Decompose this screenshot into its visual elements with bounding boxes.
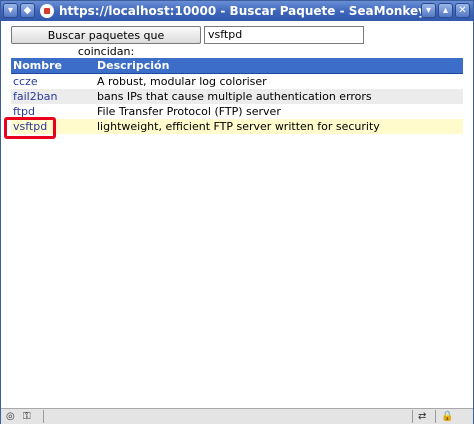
header-description: Descripción — [95, 58, 463, 74]
browser-window: ▾ ◆ https://localhost:10000 - Buscar Paq… — [0, 0, 474, 424]
maximize-button[interactable]: ▴ — [438, 3, 453, 18]
minimize-button[interactable]: ▾ — [421, 3, 436, 18]
sticky-button[interactable]: ◆ — [20, 3, 35, 18]
seamonkey-icon — [40, 4, 55, 18]
search-packages-button[interactable]: Buscar paquetes que coincidan: — [11, 26, 201, 58]
close-button[interactable]: ✕ — [455, 3, 470, 18]
globe-icon[interactable]: ◎ — [6, 411, 15, 422]
package-link[interactable]: ftpd — [13, 105, 35, 118]
connection-icon[interactable]: ⇄ — [418, 411, 426, 422]
lock-icon[interactable]: 🔒 — [441, 411, 453, 422]
status-divider — [43, 410, 44, 423]
window-menu-button[interactable]: ▾ — [3, 3, 18, 18]
results-table: Nombre Descripción ccze A robust, modula… — [11, 58, 463, 134]
package-description: File Transfer Protocol (FTP) server — [95, 104, 463, 119]
table-row-selected[interactable]: vsftpd lightweight, efficient FTP server… — [11, 119, 463, 134]
search-input[interactable]: vsftpd — [204, 26, 364, 44]
table-row[interactable]: ftpd File Transfer Protocol (FTP) server — [11, 104, 463, 119]
package-link[interactable]: vsftpd — [13, 120, 47, 133]
status-bar: ◎ ⚿ ⇄ 🔒 — [1, 408, 473, 424]
title-bar: ▾ ◆ https://localhost:10000 - Buscar Paq… — [1, 1, 473, 21]
package-description: lightweight, efficient FTP server writte… — [95, 119, 463, 134]
window-title: https://localhost:10000 - Buscar Paquete… — [59, 4, 426, 18]
package-link[interactable]: fail2ban — [13, 90, 57, 103]
status-divider — [412, 410, 413, 423]
table-header-row: Nombre Descripción — [11, 58, 463, 74]
header-name: Nombre — [11, 58, 95, 74]
key-icon[interactable]: ⚿ — [23, 411, 31, 422]
package-description: bans IPs that cause multiple authenticat… — [95, 89, 463, 104]
table-row[interactable]: ccze A robust, modular log coloriser — [11, 73, 463, 89]
package-link[interactable]: ccze — [13, 75, 38, 88]
package-description: A robust, modular log coloriser — [95, 73, 463, 89]
status-divider — [435, 410, 436, 423]
table-row[interactable]: fail2ban bans IPs that cause multiple au… — [11, 89, 463, 104]
